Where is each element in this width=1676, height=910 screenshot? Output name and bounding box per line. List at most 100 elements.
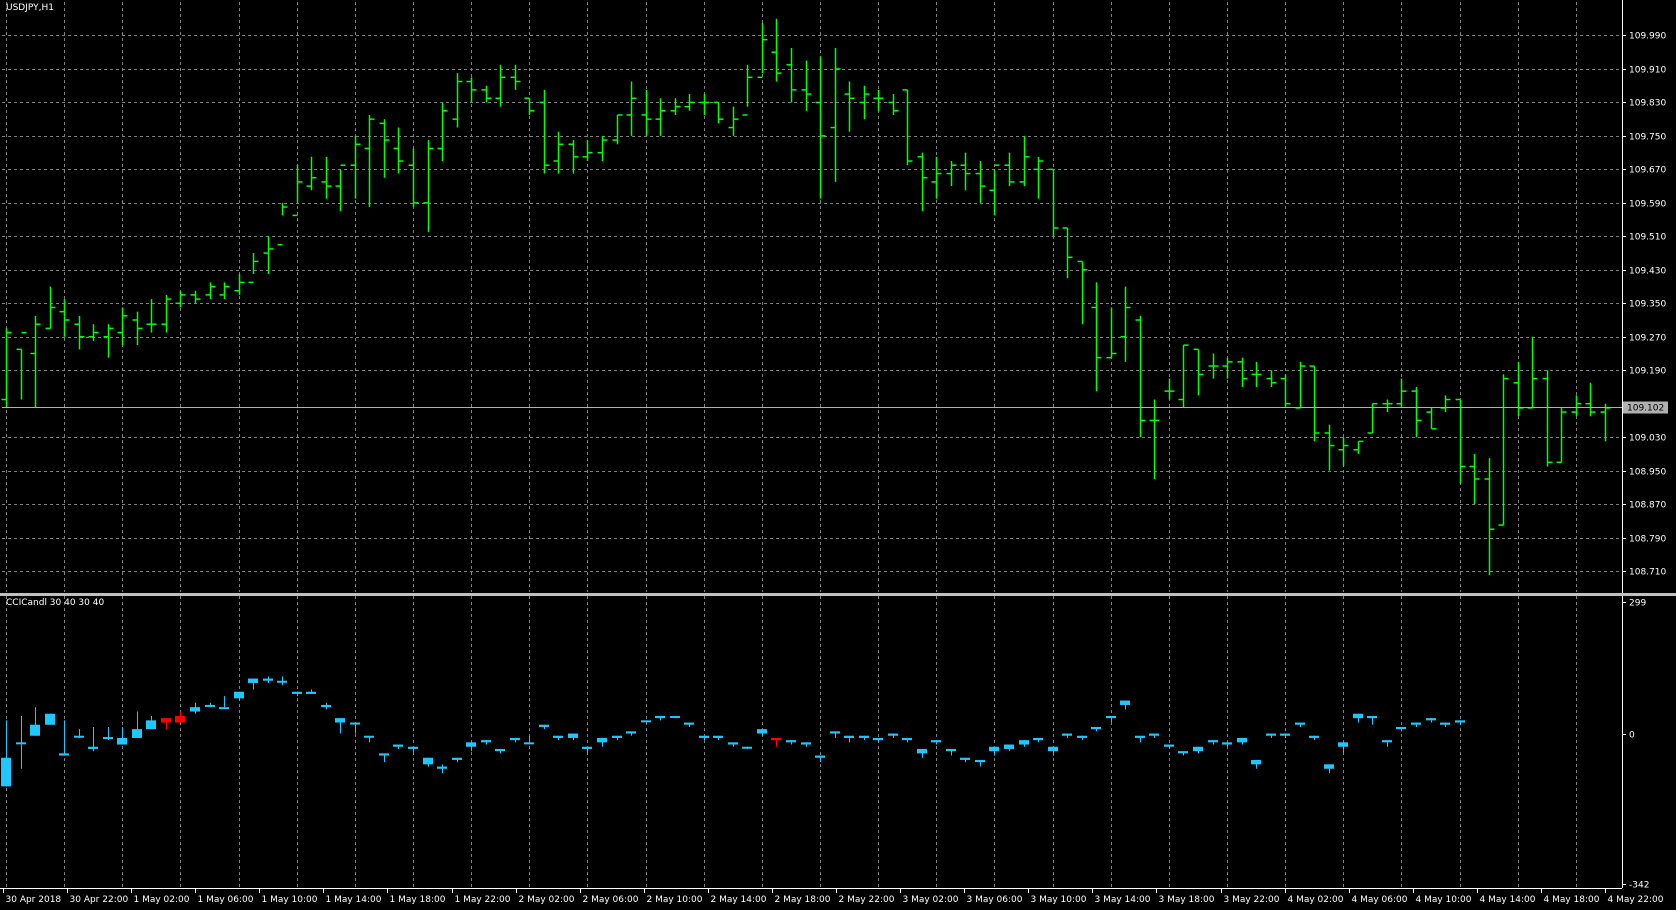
cci-candle-bull (917, 748, 927, 754)
time-tick-label: 4 May 10:00 (1416, 895, 1472, 905)
time-tick-label: 2 May 14:00 (711, 895, 767, 905)
cci-candle-bull (626, 731, 636, 734)
time-tick-label: 1 May 06:00 (198, 895, 254, 905)
cci-candle-bull (292, 691, 302, 694)
time-tick-label: 2 May 06:00 (583, 895, 639, 905)
cci-candle-bull (524, 742, 534, 745)
cci-candle-bull (1324, 764, 1334, 769)
time-tick-label: 30 Apr 22:00 (70, 895, 129, 905)
cci-candle-bull (1411, 722, 1421, 725)
cci-candle-bull (335, 718, 345, 723)
cci-candle-bull (248, 678, 258, 683)
cci-candle-bull (495, 748, 505, 752)
cci-candle-bull (1048, 746, 1058, 752)
cci-candle-bull (190, 707, 200, 712)
time-tick-label: 1 May 18:00 (390, 895, 446, 905)
cci-candle-bull (1440, 722, 1450, 725)
cci-candle-bull (844, 735, 854, 738)
cci-candle-bull (786, 740, 796, 743)
cci-candle-bull (888, 733, 898, 736)
cci-candle-bull (684, 722, 694, 725)
cci-candle-bull (1, 757, 11, 787)
time-tick-label: 3 May 02:00 (903, 895, 959, 905)
time-tick-label: 4 May 06:00 (1352, 895, 1408, 905)
cci-candle-bull (132, 729, 142, 738)
cci-candle-bull (379, 753, 389, 756)
cci-candle-bull (219, 707, 229, 710)
cci-candle-bull (510, 737, 520, 741)
price-tick-label: 109.750 (1629, 133, 1666, 143)
trading-chart[interactable]: 109.990 109.910 109.830 109.750 109.670 109.5… (0, 0, 1676, 910)
cci-candle-bull (1120, 700, 1130, 705)
cci-candle-bull (1353, 713, 1363, 719)
cci-candle-bull (1004, 744, 1014, 749)
cci-candle-bear (175, 715, 185, 723)
cci-candle-bull (59, 753, 69, 756)
cci-candle-bull (1367, 715, 1377, 719)
cci-candle-bull (641, 720, 651, 723)
cci-candle-bull (1338, 742, 1348, 747)
time-tick-label: 3 May 06:00 (967, 895, 1023, 905)
price-tick-label: 108.870 (1629, 501, 1666, 511)
cci-candle-bear (771, 737, 781, 741)
time-tick-label: 3 May 18:00 (1159, 895, 1215, 905)
pane-separator (0, 593, 1676, 596)
cci-candle-bull (1164, 744, 1174, 747)
time-tick-label: 3 May 10:00 (1031, 895, 1087, 905)
cci-candle-bull (815, 755, 825, 758)
cci-candle-bull (263, 678, 273, 681)
cci-candle-bull (393, 744, 403, 747)
cci-candle-bull (437, 766, 447, 769)
cci-candle-bull (946, 748, 956, 752)
cci-candle-bull (975, 759, 985, 763)
price-tick-label: 109.830 (1629, 99, 1666, 109)
cci-candle-bull (481, 740, 491, 743)
time-tick-label: 2 May 22:00 (839, 895, 895, 905)
cci-candle-bull (408, 746, 418, 749)
cci-candle-bull (1178, 751, 1188, 754)
price-tick-label: 109.430 (1629, 267, 1666, 277)
cci-candle-bull (16, 742, 26, 745)
time-tick-label: 1 May 22:00 (455, 895, 511, 905)
price-tick-label: 109.670 (1629, 166, 1666, 176)
price-tick-label: 109.190 (1629, 367, 1666, 377)
price-tick-label: 109.990 (1629, 32, 1666, 42)
price-tick-label: 109.510 (1629, 233, 1666, 243)
cci-candle-bull (1382, 740, 1392, 743)
cci-candle-bull (234, 691, 244, 699)
cci-candle-bull (423, 757, 433, 765)
cci-candle-bull (960, 757, 970, 760)
cci-candle-bull (1019, 740, 1029, 745)
cci-candle-bull (1280, 733, 1290, 736)
price-tick-label: 109.030 (1629, 434, 1666, 444)
cci-candle-bull (350, 722, 360, 725)
cci-candle-bull (655, 715, 665, 719)
cci-candle-bull (1091, 726, 1101, 730)
time-tick-label: 4 May 02:00 (1288, 895, 1344, 905)
cci-candle-bull (452, 757, 462, 760)
cci-candle-bull (670, 715, 680, 718)
price-tick-label: 108.790 (1629, 535, 1666, 545)
cci-candle-bull (103, 737, 113, 740)
cci-candle-bull (1251, 759, 1261, 765)
price-tick-label: 108.950 (1629, 468, 1666, 478)
time-tick-label: 1 May 10:00 (262, 895, 318, 905)
time-tick-label: 30 Apr 2018 (6, 895, 62, 905)
cci-candle-bull (1396, 726, 1406, 730)
cci-candle-bull (466, 742, 476, 747)
time-tick-label: 4 May 14:00 (1480, 895, 1536, 905)
cci-candle-bull (1149, 733, 1159, 736)
cci-candle-bull (88, 746, 98, 749)
cci-candle-bull (1193, 746, 1203, 752)
cci-candle-bull (582, 746, 592, 749)
cci-candle-bull (1295, 722, 1305, 725)
cci-candle-bear (161, 718, 171, 723)
indicator-tick-label: 0 (1629, 731, 1635, 741)
cci-candle-bull (699, 735, 709, 738)
cci-candle-bull (146, 720, 156, 730)
time-tick-label: 4 May 22:00 (1608, 895, 1664, 905)
cci-candle-bull (306, 691, 316, 694)
cci-candle-bull (1106, 715, 1116, 719)
cci-candle-bull (568, 733, 578, 738)
cci-candle-bull (1455, 720, 1465, 723)
